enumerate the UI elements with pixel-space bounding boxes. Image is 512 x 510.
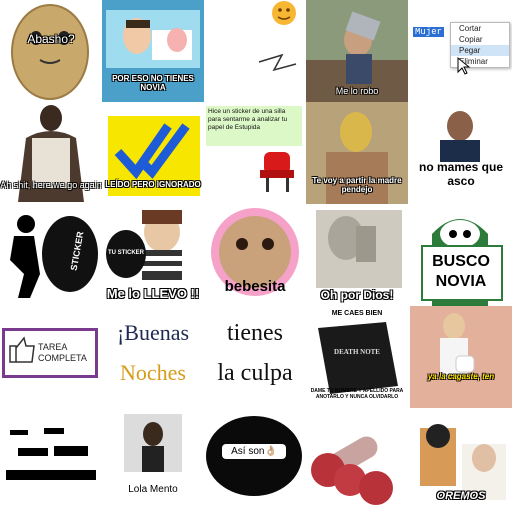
frog-caption: bebesita: [224, 278, 286, 295]
sticker-bebesita[interactable]: bebesita: [204, 204, 306, 306]
boy-caption: Me lo robo: [335, 86, 379, 96]
sticker-chair[interactable]: Hice un sticker de una silla para sentar…: [204, 102, 306, 204]
statue-caption: Oh por Dios!: [320, 288, 394, 302]
potato-caption: Abasho?: [27, 32, 75, 46]
sticker-black-text[interactable]: [0, 408, 102, 510]
man-photo: [440, 111, 480, 162]
sticker-boy-robbing[interactable]: Me lo robo: [306, 0, 408, 102]
ticks-caption: LEÍDO PERO IGNORADO: [105, 180, 201, 189]
sticker-buenas-noches[interactable]: ¡Buenas Noches: [102, 306, 204, 408]
thief-bag-sign: TU STICKER: [108, 250, 144, 256]
sticker-emoji-scribble[interactable]: [204, 0, 306, 102]
tp-caption: ya la cagaste, ten: [427, 372, 495, 381]
red-chair-icon: [260, 152, 294, 192]
ghost-caption: BUSCO NOVIA: [432, 253, 490, 290]
tienes-line-1: tienes: [227, 320, 283, 346]
wrestler-caption: Te voy a partir la madre pendejo: [312, 176, 402, 194]
sticker-no-mames[interactable]: no mames que asco: [410, 102, 512, 204]
sticker-grid: Abasho? POR ESO NO TIENES NOVIA Me lo ro…: [0, 0, 512, 510]
sticker-me-lo-llevo[interactable]: TU STICKER Me lo LLEVO !!: [102, 204, 204, 306]
tv-caption: POR ESO NO TIENES NOVIA: [112, 74, 194, 92]
sticker-wrestler[interactable]: Te voy a partir la madre pendejo: [306, 102, 408, 204]
dark-cloud-shape: [206, 416, 302, 496]
sticker-ya-la-cagaste[interactable]: ya la cagaste, ten: [410, 306, 512, 408]
sticker-lola-mento[interactable]: Lola Mento: [102, 408, 204, 510]
sticker-oh-por-dios[interactable]: Oh por Dios!: [306, 204, 408, 306]
profile-name: Lola Mento: [128, 484, 178, 495]
buenas-line-2: Noches: [120, 360, 186, 385]
sticker-tv-cartoon[interactable]: POR ESO NO TIENES NOVIA: [102, 0, 204, 102]
potato-illustration: [11, 4, 89, 100]
sticker-context-menu[interactable]: Mujer Cortar Copiar Pegar Eliminar: [410, 0, 512, 102]
tienes-line-2: la culpa: [217, 360, 293, 386]
no-mames-caption: no mames que asco: [418, 160, 504, 188]
buenas-line-1: ¡Buenas: [116, 320, 190, 345]
sticker-busco-novia[interactable]: BUSCO NOVIA: [410, 204, 512, 306]
tarea-caption: TAREA COMPLETA: [38, 342, 87, 363]
girl-toilet-paper: [410, 306, 512, 408]
sticker-asi-son[interactable]: Así son👌🏼: [204, 408, 306, 510]
sticker-salami[interactable]: [306, 408, 408, 510]
thief-silhouette: [10, 215, 98, 298]
oremos-caption: OREMOS: [436, 490, 486, 502]
cj-caption: Ah shit, here we go again: [0, 180, 102, 190]
sticker-tarea-completa[interactable]: TAREA COMPLETA: [0, 306, 102, 408]
thief-caption: Me lo LLEVO !!: [106, 286, 200, 301]
cursor-icon: [457, 56, 471, 75]
sticker-potato[interactable]: Abasho?: [0, 0, 102, 102]
sticker-death-note[interactable]: ME CAES BIEN DEATH NOTE DAME TU NOMBRE Y…: [306, 306, 408, 408]
sticker-cj[interactable]: Ah shit, here we go again: [0, 102, 102, 204]
asi-son-bubble: Así son👌🏼: [222, 444, 286, 459]
death-bottom-caption: DAME TU NOMBRE Y APELLIDO PARA ANOTARLO …: [310, 388, 404, 400]
sticker-tienes-la-culpa[interactable]: tienes la culpa: [204, 306, 306, 408]
sticker-oremos[interactable]: OREMOS: [410, 408, 512, 510]
sticker-read-ignored[interactable]: LEÍDO PERO IGNORADO: [102, 102, 204, 204]
emoji-and-scribble: [258, 1, 297, 72]
salami-icon: [311, 436, 393, 505]
black-lettering: [6, 428, 96, 480]
death-cover-text: DEATH NOTE: [334, 348, 380, 356]
sticker-bag-thief[interactable]: STICKER: [0, 204, 102, 306]
